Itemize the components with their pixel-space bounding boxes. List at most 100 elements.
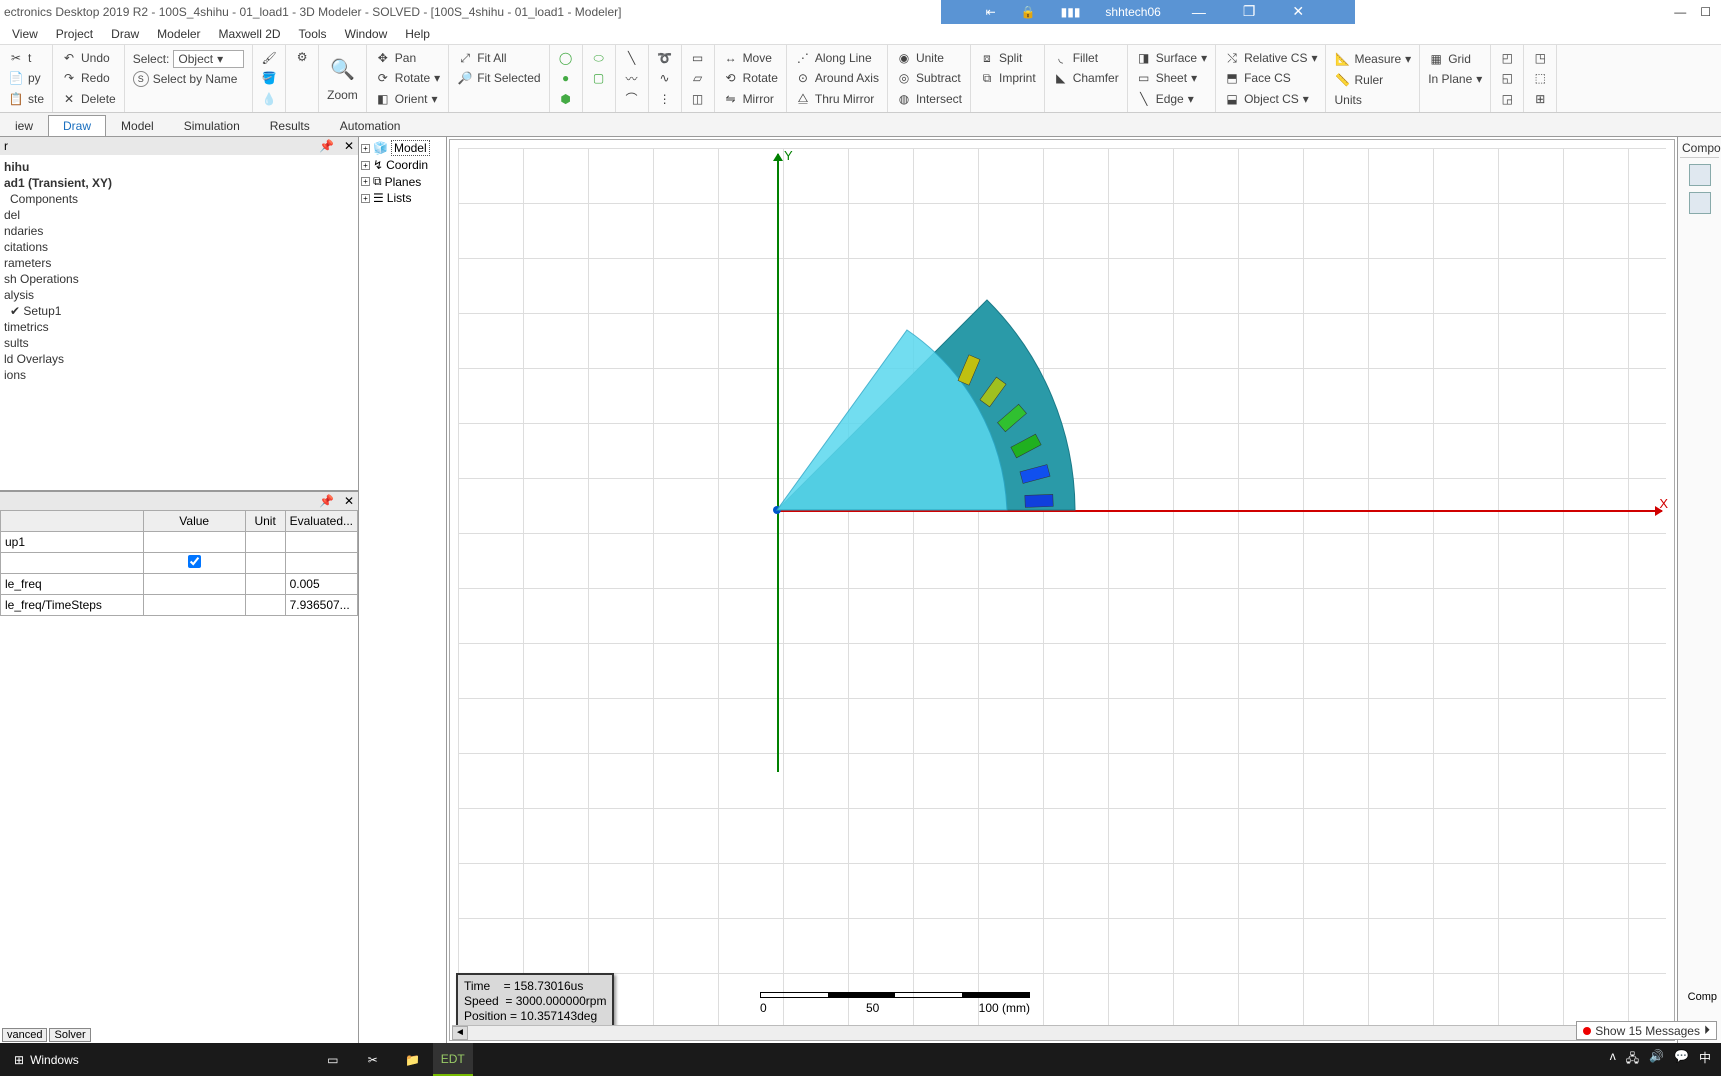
scroll-left-button[interactable]: ◄ bbox=[452, 1026, 468, 1040]
tree-design[interactable]: ad1 (Transient, XY) bbox=[2, 175, 356, 191]
tray-ime-icon[interactable]: 中 bbox=[1699, 1049, 1711, 1070]
line-icon[interactable]: ╲ bbox=[622, 49, 642, 67]
tray-volume-icon[interactable]: 🔊 bbox=[1649, 1049, 1664, 1070]
in-plane-button[interactable]: In Plane ▾ bbox=[1426, 71, 1484, 87]
circle-fill-icon[interactable]: ● bbox=[556, 69, 576, 87]
close-icon[interactable]: ✕ bbox=[344, 494, 354, 508]
bucket-icon[interactable]: 🪣 bbox=[259, 69, 279, 87]
pan-button[interactable]: ✥Pan bbox=[373, 49, 442, 67]
project-tree[interactable]: hihu ad1 (Transient, XY) Components del … bbox=[0, 155, 358, 490]
object-cs-button[interactable]: ⬓Object CS ▾ bbox=[1222, 90, 1319, 108]
imprint-button[interactable]: ⧉Imprint bbox=[977, 69, 1038, 87]
box-icon[interactable]: ▭ bbox=[688, 49, 708, 67]
tree-item[interactable]: rameters bbox=[2, 255, 356, 271]
tray-notifications-icon[interactable]: 💬 bbox=[1674, 1049, 1689, 1070]
modeltree-planes[interactable]: +⧉Planes bbox=[361, 173, 444, 190]
chamfer-button[interactable]: ◣Chamfer bbox=[1051, 69, 1121, 87]
brush-icon[interactable]: 🖌 bbox=[259, 49, 279, 67]
parent-maximize-button[interactable]: ☐ bbox=[1700, 5, 1711, 19]
ruler-button[interactable]: 📏Ruler bbox=[1332, 71, 1413, 89]
tree-item[interactable]: sults bbox=[2, 335, 356, 351]
edge-button[interactable]: ╲Edge ▾ bbox=[1134, 90, 1209, 108]
split-button[interactable]: ⧈Split bbox=[977, 49, 1038, 67]
move-button[interactable]: ↔Move bbox=[721, 49, 780, 67]
component-add-icon[interactable] bbox=[1689, 192, 1711, 214]
grid-button[interactable]: ▦Grid bbox=[1426, 50, 1484, 68]
cut-button[interactable]: ✂t bbox=[6, 49, 46, 67]
explorer-icon[interactable]: 📁 bbox=[393, 1043, 433, 1076]
gear-icon[interactable]: ⚙ bbox=[292, 48, 312, 66]
tree-item[interactable]: Components bbox=[2, 191, 356, 207]
snap-icon-5[interactable]: ⬚ bbox=[1530, 69, 1550, 87]
modeltree-model[interactable]: +🧊Model bbox=[361, 139, 444, 157]
snip-icon[interactable]: ✂ bbox=[353, 1043, 393, 1076]
spline-icon[interactable]: ∿ bbox=[655, 69, 675, 87]
table-row[interactable]: le_freq0.005 bbox=[1, 574, 358, 595]
dropper-icon[interactable]: 💧 bbox=[259, 90, 279, 108]
region-icon[interactable]: ◫ bbox=[688, 90, 708, 108]
tab-view[interactable]: iew bbox=[0, 115, 48, 136]
tab-advanced[interactable]: vanced bbox=[2, 1028, 47, 1042]
zoom-button[interactable]: 🔍Zoom bbox=[325, 55, 360, 103]
select-mode[interactable]: Select: Object ▾ bbox=[131, 49, 246, 69]
menu-draw[interactable]: Draw bbox=[111, 27, 139, 41]
tray-chevron-icon[interactable]: ʌ bbox=[1610, 1049, 1616, 1070]
component-library-icon[interactable] bbox=[1689, 164, 1711, 186]
tree-item[interactable]: sh Operations bbox=[2, 271, 356, 287]
modeltree-lists[interactable]: +☰Lists bbox=[361, 190, 444, 206]
tree-item[interactable]: ndaries bbox=[2, 223, 356, 239]
point-icon[interactable]: ⋮ bbox=[655, 90, 675, 108]
menu-project[interactable]: Project bbox=[56, 27, 93, 41]
fillet-button[interactable]: ◟Fillet bbox=[1051, 49, 1121, 67]
menu-window[interactable]: Window bbox=[345, 27, 388, 41]
ellipse-icon[interactable]: ⬭ bbox=[589, 49, 609, 67]
around-axis-button[interactable]: ⊙Around Axis bbox=[793, 69, 881, 87]
tree-item[interactable]: del bbox=[2, 207, 356, 223]
snap-icon-4[interactable]: ◳ bbox=[1530, 49, 1550, 67]
circle-outline-icon[interactable]: ◯ bbox=[556, 49, 576, 67]
snap-icon-6[interactable]: ⊞ bbox=[1530, 90, 1550, 108]
lock-icon[interactable]: 🔒 bbox=[1021, 5, 1036, 19]
tree-item[interactable]: alysis bbox=[2, 287, 356, 303]
hexagon-icon[interactable]: ⬢ bbox=[556, 90, 576, 108]
relative-cs-button[interactable]: ⤭Relative CS ▾ bbox=[1222, 49, 1319, 67]
remote-minimize-button[interactable]: — bbox=[1186, 2, 1212, 22]
surface-button[interactable]: ◨Surface ▾ bbox=[1134, 49, 1209, 67]
taskview-icon[interactable]: ▭ bbox=[313, 1043, 353, 1076]
parent-minimize-button[interactable]: — bbox=[1674, 5, 1686, 19]
tab-draw[interactable]: Draw bbox=[48, 115, 106, 136]
units-button[interactable]: Units bbox=[1332, 92, 1413, 108]
snap-icon-2[interactable]: ◱ bbox=[1497, 69, 1517, 87]
modeltree-coord[interactable]: +↯Coordin bbox=[361, 157, 444, 173]
motor-geometry[interactable] bbox=[777, 300, 1087, 510]
pin-icon[interactable]: 📌 bbox=[319, 494, 334, 508]
thru-mirror-button[interactable]: ⧋Thru Mirror bbox=[793, 90, 881, 108]
fit-all-button[interactable]: ⤢Fit All bbox=[455, 49, 542, 67]
properties-table[interactable]: Value Unit Evaluated... up1 le_freq0.005… bbox=[0, 510, 358, 616]
unite-button[interactable]: ◉Unite bbox=[894, 49, 964, 67]
select-by-name-button[interactable]: SSelect by Name bbox=[131, 70, 246, 88]
along-line-button[interactable]: ⋰Along Line bbox=[793, 49, 881, 67]
app-edt-icon[interactable]: EDT bbox=[433, 1043, 473, 1076]
polyline-icon[interactable]: 〰 bbox=[622, 69, 642, 87]
remote-close-button[interactable]: ✕ bbox=[1286, 1, 1310, 22]
tab-solver[interactable]: Solver bbox=[49, 1028, 90, 1042]
tab-model[interactable]: Model bbox=[106, 115, 169, 136]
tree-item[interactable]: ✔ Setup1 bbox=[2, 303, 356, 319]
tree-project[interactable]: hihu bbox=[2, 159, 356, 175]
model-tree[interactable]: +🧊Model +↯Coordin +⧉Planes +☰Lists bbox=[359, 137, 447, 1043]
3d-viewport[interactable]: Y X Time = 158.73 bbox=[449, 139, 1675, 1041]
tree-item[interactable]: citations bbox=[2, 239, 356, 255]
snap-icon-1[interactable]: ◰ bbox=[1497, 49, 1517, 67]
mirror-button[interactable]: ⇋Mirror bbox=[721, 90, 780, 108]
delete-button[interactable]: ✕Delete bbox=[59, 90, 118, 108]
pin-icon[interactable]: 📌 bbox=[319, 139, 334, 153]
intersect-button[interactable]: ◍Intersect bbox=[894, 90, 964, 108]
tree-item[interactable]: timetrics bbox=[2, 319, 356, 335]
redo-button[interactable]: ↷Redo bbox=[59, 69, 118, 87]
face-cs-button[interactable]: ⬒Face CS bbox=[1222, 69, 1319, 87]
rotate2-button[interactable]: ⟲Rotate bbox=[721, 69, 780, 87]
tree-item[interactable]: ions bbox=[2, 367, 356, 383]
rotate-button[interactable]: ⟳Rotate ▾ bbox=[373, 69, 442, 87]
table-row[interactable]: up1 bbox=[1, 532, 358, 553]
